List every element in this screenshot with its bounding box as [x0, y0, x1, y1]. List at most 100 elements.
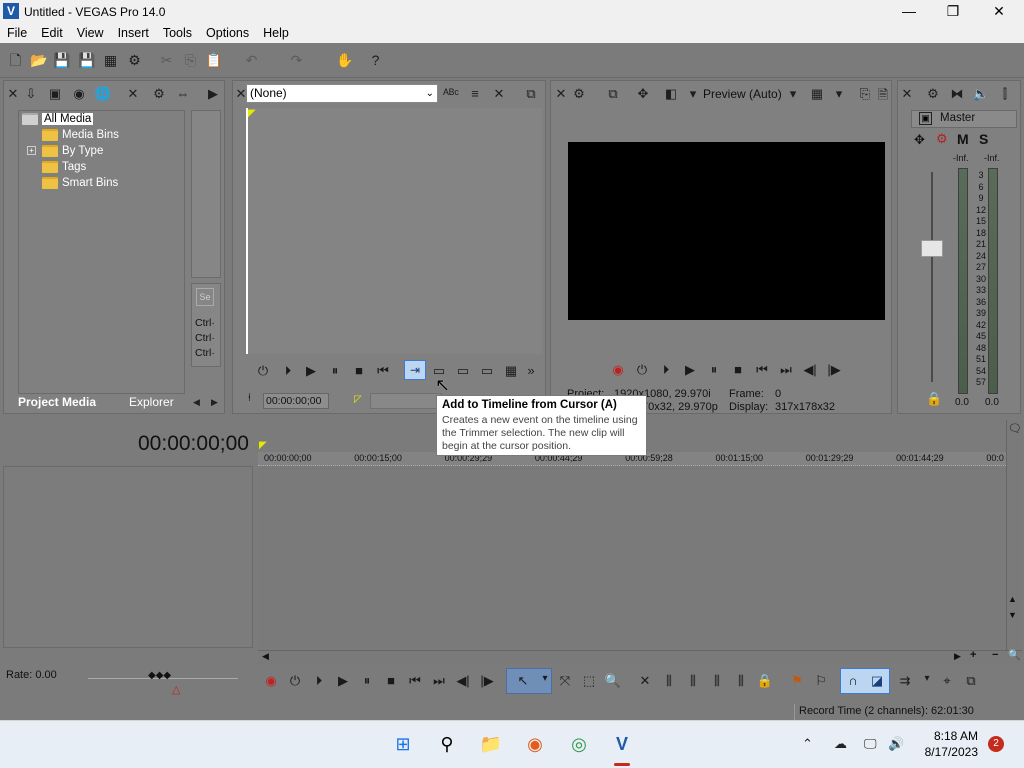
firefox-icon[interactable]: ◉ [522, 731, 548, 757]
add-to-timeline-icon[interactable]: ⇥ [404, 360, 426, 380]
render-icon[interactable]: ▦ [102, 52, 119, 69]
expand-icon[interactable]: + [27, 146, 36, 155]
ripple-edit-icon[interactable]: ⇉ [896, 673, 914, 689]
play-icon[interactable]: ▶ [681, 362, 699, 378]
pan-icon[interactable]: ✥ [914, 132, 925, 148]
close-panel-icon[interactable]: ✕ [552, 86, 570, 102]
spell-icon[interactable]: ᴬᴮᶜ [442, 86, 460, 101]
paste-icon[interactable]: 📋 [205, 52, 222, 69]
tab-project-media[interactable]: Project Media [18, 394, 96, 410]
tree-item-all-media[interactable]: All Media [22, 111, 94, 127]
close-panel-icon[interactable]: ✕ [898, 86, 916, 102]
external-monitor-icon[interactable]: ⧉ [604, 86, 622, 102]
trim-end-icon[interactable]: ⫼ [708, 673, 726, 689]
go-to-start-icon[interactable]: ⏮ [753, 362, 771, 378]
notification-badge[interactable]: 2 [988, 736, 1004, 752]
get-media-icon[interactable]: ◉ [70, 86, 88, 102]
auto-preview-icon[interactable]: ⇔ [174, 86, 192, 101]
snapping-icon[interactable]: ∩ [844, 673, 862, 688]
remove-media-icon[interactable]: ✕ [124, 86, 142, 102]
marker-insert-icon[interactable]: ⚑ [788, 673, 806, 689]
zoom-icon[interactable]: 🔍 [1008, 650, 1020, 661]
lock-envelopes-icon[interactable]: ⫿ [996, 86, 1014, 102]
scroll-right-icon[interactable]: ▶ [954, 651, 961, 662]
trim-start-icon[interactable]: ⫼ [684, 673, 702, 689]
master-fx-icon[interactable]: ▣ [919, 112, 932, 125]
go-to-end-icon[interactable]: ⏭ [430, 673, 448, 689]
trimmer-timecode[interactable]: 00:00:00;00 [263, 393, 329, 409]
vegas-app-icon[interactable]: V [3, 3, 19, 19]
timeline-hscroll[interactable] [258, 650, 1022, 664]
remove-icon[interactable]: ✕ [490, 86, 508, 102]
globe-icon[interactable]: 🌐 [94, 86, 112, 102]
zoom-out-icon[interactable]: − [992, 649, 998, 661]
lock-icon[interactable]: 🔒 [756, 673, 774, 689]
previous-frame-icon[interactable]: ◀| [454, 673, 472, 689]
close-button[interactable]: ✕ [976, 0, 1022, 23]
tab-explorer[interactable]: Explorer [129, 394, 174, 410]
pause-icon[interactable]: ⏸ [705, 362, 723, 378]
play-from-start-icon[interactable]: ⏵ [310, 673, 328, 689]
split-icon[interactable]: ⫼ [732, 673, 750, 689]
record-icon[interactable]: ◉ [262, 673, 280, 689]
chevron-down-icon[interactable]: ▾ [918, 673, 936, 684]
zoom-tool-icon[interactable]: 🔍 [604, 673, 622, 689]
overwrite-icon[interactable]: ▭ [454, 363, 472, 379]
region-insert-icon[interactable]: ⚐ [812, 673, 830, 689]
close-panel-icon[interactable]: ✕ [4, 86, 22, 102]
play-from-start-icon[interactable]: ⏵ [657, 362, 675, 378]
previous-icon[interactable]: ⏮ [374, 363, 392, 379]
open-icon[interactable]: 📂 [30, 52, 47, 69]
fx-icon[interactable]: ⚙ [936, 131, 948, 147]
trimmer-media-select[interactable]: (None) ⌄ [246, 84, 438, 103]
maximize-button[interactable]: ❐ [930, 0, 976, 23]
undo-icon[interactable]: ↶ [243, 52, 260, 69]
scroll-up-icon[interactable]: ▲ [1008, 594, 1017, 604]
scroll-left-icon[interactable]: ◀ [262, 651, 269, 662]
import-media-icon[interactable]: ⇩ [22, 86, 40, 102]
previous-frame-icon[interactable]: ◀| [801, 362, 819, 378]
save-icon[interactable]: 💾 [53, 52, 70, 69]
vegas-taskbar-icon[interactable]: V [609, 731, 635, 757]
menu-file[interactable]: File [0, 26, 34, 40]
tab-scroll-left-icon[interactable]: ◀ [193, 397, 200, 408]
master-volume-fader[interactable] [921, 240, 943, 257]
search-icon[interactable]: ⚲ [434, 731, 460, 757]
menu-tools[interactable]: Tools [156, 26, 199, 40]
pause-icon[interactable]: ⏸ [358, 673, 376, 689]
more-icon[interactable]: » [522, 363, 540, 378]
tab-scroll-right-icon[interactable]: ▶ [211, 397, 218, 408]
stop-icon[interactable]: ■ [350, 363, 368, 378]
chevron-down-icon[interactable]: ▾ [830, 86, 848, 102]
help-cursor-icon[interactable]: ? [367, 52, 384, 69]
tree-item-smart-bins[interactable]: Smart Bins [42, 175, 118, 191]
rate-slider-handle[interactable]: ◆◆◆ [148, 670, 171, 681]
redo-icon[interactable]: ↷ [288, 52, 305, 69]
save-snapshot-icon[interactable]: 🗎 [874, 86, 892, 108]
downmix-icon[interactable]: ⧓ [948, 86, 966, 102]
tree-item-tags[interactable]: Tags [42, 159, 86, 175]
go-to-end-icon[interactable]: ⏭ [777, 362, 795, 378]
save-as-icon[interactable]: 💾 [78, 52, 95, 69]
go-to-start-icon[interactable]: ⏮ [406, 673, 424, 689]
split-screen-icon[interactable]: ✥ [634, 86, 652, 102]
play-preview-icon[interactable]: ▶ [204, 86, 222, 102]
pause-icon[interactable]: ⏸ [326, 363, 344, 379]
play-icon[interactable]: ▶ [334, 673, 352, 689]
new-icon[interactable]: 🗋 [7, 52, 24, 69]
split-view-icon[interactable]: ◧ [662, 86, 680, 102]
ignore-grouping-icon[interactable]: ⧉ [962, 673, 980, 689]
media-fx-icon[interactable]: ⚙ [150, 86, 168, 102]
fit-icon[interactable]: ▭ [478, 363, 496, 379]
minimize-button[interactable]: — [886, 0, 932, 23]
auto-crossfade-icon[interactable]: ◪ [868, 673, 886, 689]
solo-button[interactable]: S [979, 131, 988, 147]
copy-icon[interactable]: ⎘ [182, 52, 199, 69]
network-icon[interactable]: 🖵 [864, 736, 877, 752]
overlays-icon[interactable]: ▦ [808, 86, 826, 102]
copy-snapshot-icon[interactable]: ⎘ [856, 86, 874, 102]
chevron-up-icon[interactable]: ⌃ [802, 736, 813, 752]
menu-view[interactable]: View [70, 26, 111, 40]
clear-icon[interactable]: ≡ [466, 86, 484, 101]
edit-details-icon[interactable]: 🗨 [1008, 422, 1022, 435]
